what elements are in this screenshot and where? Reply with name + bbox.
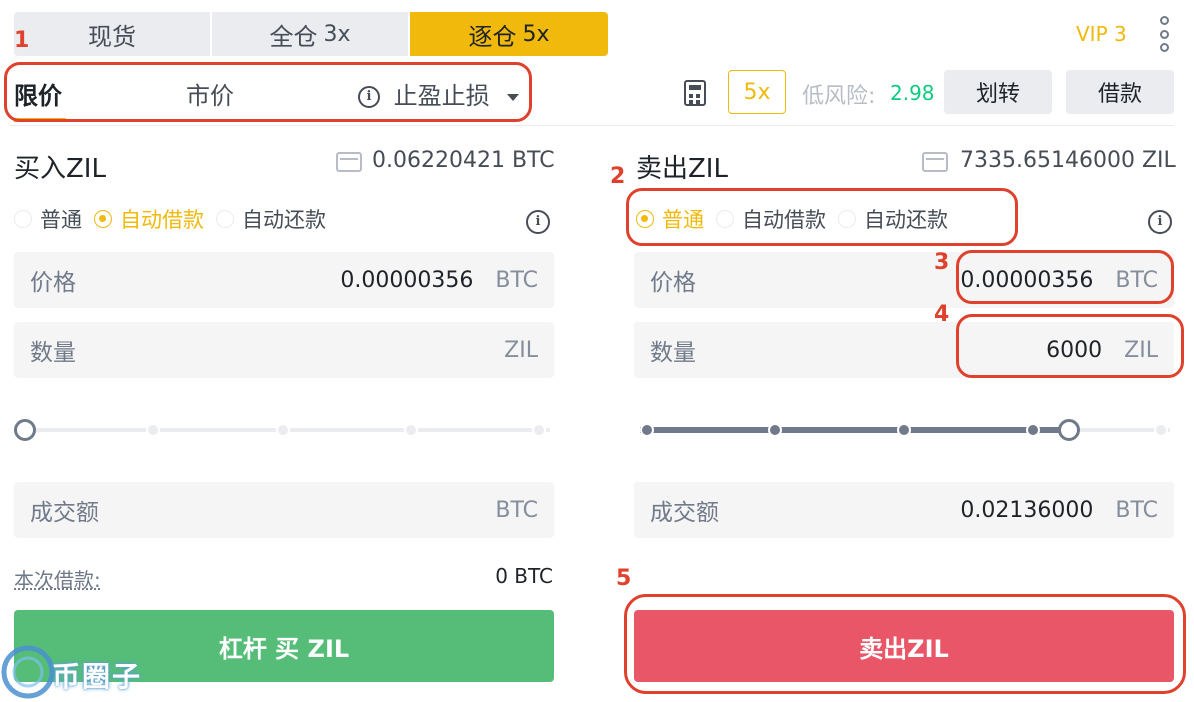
watermark-text: 币圈子 <box>52 660 143 693</box>
slider-step-25[interactable] <box>146 423 160 437</box>
field-label: 成交额 <box>650 500 719 526</box>
field-label: 价格 <box>650 270 696 296</box>
annotation-box-3 <box>956 250 1174 304</box>
divider <box>10 125 1174 126</box>
slider-step-25[interactable] <box>768 423 782 437</box>
tab-isolated-margin[interactable]: 逐仓 5x <box>410 12 608 56</box>
radio-label: 自动借款 <box>120 208 204 232</box>
more-options-icon[interactable] <box>1156 16 1172 52</box>
buy-amount-slider[interactable] <box>14 418 550 442</box>
wallet-icon <box>336 152 362 172</box>
annotation-number-2: 2 <box>610 164 626 189</box>
field-unit: ZIL <box>504 337 538 363</box>
leverage-button[interactable]: 5x <box>728 70 786 114</box>
buy-price-value: 0.00000356 <box>340 267 474 293</box>
buy-total-field[interactable]: 成交额 BTC <box>14 482 554 538</box>
annotation-box-4 <box>956 314 1184 378</box>
annotation-box-1 <box>4 62 532 122</box>
slider-step-75[interactable] <box>404 423 418 437</box>
sell-amount-slider[interactable] <box>640 418 1170 442</box>
buy-price-field[interactable]: 价格 0.00000356 BTC <box>14 252 554 308</box>
radio-label: 自动还款 <box>242 208 326 232</box>
radio-icon <box>14 210 32 228</box>
slider-step-100[interactable] <box>532 423 546 437</box>
sell-panel-title: 卖出ZIL <box>636 154 728 184</box>
annotation-number-1: 1 <box>14 28 30 53</box>
transfer-button[interactable]: 划转 <box>944 70 1052 114</box>
sell-total-value: 0.02136000 <box>960 497 1094 523</box>
annotation-number-4: 4 <box>934 302 950 327</box>
field-unit: BTC <box>495 267 538 293</box>
slider-fill <box>640 427 1068 433</box>
buy-radio-auto-borrow[interactable]: 自动借款 <box>94 204 204 234</box>
radio-icon <box>94 210 112 228</box>
borrow-amount-label: 本次借款: <box>14 568 101 592</box>
calculator-icon[interactable] <box>684 80 706 106</box>
risk-value: 2.98 <box>890 81 935 105</box>
slider-step-0[interactable] <box>640 423 654 437</box>
field-label: 成交额 <box>30 500 99 526</box>
vip-badge[interactable]: VIP 3 <box>1076 22 1127 46</box>
field-unit: BTC <box>1115 497 1158 523</box>
sell-available-balance: 7335.65146000 ZIL <box>960 148 1176 173</box>
tab-spot-label: 现货 <box>88 22 136 51</box>
tab-cross-leverage: 3x <box>323 21 351 47</box>
info-icon[interactable]: i <box>526 210 550 234</box>
annotation-box-5 <box>624 594 1186 694</box>
slider-handle[interactable] <box>1058 419 1080 441</box>
buy-radio-normal[interactable]: 普通 <box>14 204 82 234</box>
tab-spot[interactable]: 现货 <box>14 12 210 56</box>
buy-quantity-field[interactable]: 数量 ZIL <box>14 322 554 378</box>
slider-step-100[interactable] <box>1154 423 1168 437</box>
field-label: 数量 <box>30 340 76 366</box>
info-icon[interactable]: i <box>1148 210 1172 234</box>
tab-cross-label: 全仓 <box>269 22 318 51</box>
slider-step-50[interactable] <box>276 423 290 437</box>
wallet-icon <box>922 152 948 172</box>
borrow-button[interactable]: 借款 <box>1066 70 1174 114</box>
tab-cross-margin[interactable]: 全仓 3x <box>212 12 408 56</box>
sell-total-field[interactable]: 成交额 0.02136000 BTC <box>634 482 1174 538</box>
buy-radio-auto-repay[interactable]: 自动还款 <box>216 204 326 234</box>
annotation-number-5: 5 <box>616 566 632 591</box>
borrow-amount-value: 0 BTC <box>495 564 553 588</box>
annotation-number-3: 3 <box>934 250 950 275</box>
tab-isolated-leverage: 5x <box>522 21 550 47</box>
slider-handle[interactable] <box>14 419 36 441</box>
tab-isolated-label: 逐仓 <box>468 22 517 51</box>
slider-step-50[interactable] <box>897 423 911 437</box>
radio-label: 普通 <box>40 208 82 232</box>
annotation-box-2 <box>626 188 1018 246</box>
radio-icon <box>216 210 234 228</box>
buy-available-balance: 0.06220421 BTC <box>372 148 555 173</box>
slider-step-75[interactable] <box>1026 423 1040 437</box>
risk-label: 低风险: <box>802 84 876 109</box>
field-label: 价格 <box>30 270 76 296</box>
buy-borrow-mode: 普通 自动借款 自动还款 <box>14 204 338 234</box>
buy-panel-title: 买入ZIL <box>14 154 106 184</box>
field-unit: BTC <box>495 497 538 523</box>
